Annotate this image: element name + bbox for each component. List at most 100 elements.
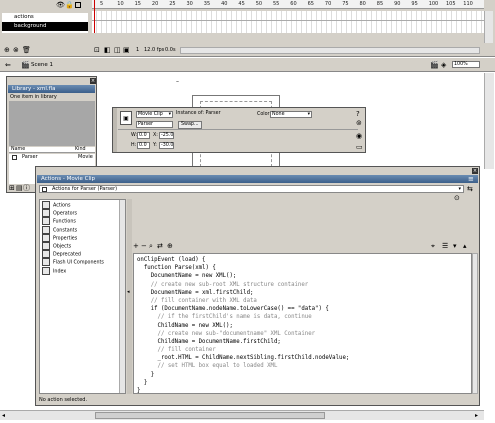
code-line[interactable]: // create new sub-root XML structure con… <box>137 281 471 289</box>
category-item[interactable]: Constants <box>40 225 125 234</box>
code-line[interactable]: function Parse(xml) { <box>137 264 471 272</box>
center-frame-icon[interactable]: ⊡ <box>94 46 100 54</box>
category-item[interactable]: Functions <box>40 217 125 226</box>
symbol-type-select[interactable]: Movie Clip ▾ <box>136 111 173 118</box>
code-line[interactable]: } <box>137 387 471 395</box>
code-line[interactable]: DocumentName = new XML(); <box>137 272 471 280</box>
code-line[interactable]: DocumentName = xml.firstChild; <box>137 289 471 297</box>
add-layer-icon[interactable]: ⊕ <box>4 46 10 54</box>
find-icon[interactable]: ⌕ <box>149 242 153 250</box>
scroll-left-icon[interactable]: ◂ <box>2 412 5 419</box>
trash-icon[interactable]: 🗑 <box>22 46 31 54</box>
code-line[interactable]: onClipEvent (load) { <box>137 256 471 264</box>
book-icon <box>42 225 50 234</box>
ruler-tick: 95 <box>411 1 418 7</box>
back-arrow-icon[interactable]: ⇐ <box>5 61 11 69</box>
properties-panel: ▣ Movie Clip ▾ Instance of: Parser Parser… <box>112 107 366 153</box>
code-line[interactable]: ChildName = DocumentName.firstChild; <box>137 338 471 346</box>
actions-target-bar[interactable]: Actions for Parser (Parser) ▾ <box>39 185 464 193</box>
col-name[interactable]: Name <box>11 147 25 153</box>
ruler-tick: 60 <box>290 1 297 7</box>
view-options-icon[interactable]: ⊙ <box>454 194 460 202</box>
code-line[interactable]: // create new sub-"documentname" XML Con… <box>137 330 471 338</box>
library-item[interactable]: Parser Movie <box>9 154 95 161</box>
library-close-icon[interactable]: × <box>90 78 96 84</box>
y-field[interactable]: -30.0 <box>159 142 174 149</box>
panel-gripper[interactable] <box>113 108 117 152</box>
color-select[interactable]: None ▾ <box>270 111 312 118</box>
timeline-scrollbar-h[interactable] <box>180 47 480 54</box>
edit-scene-icon[interactable]: 🎬 <box>430 61 439 69</box>
category-item[interactable]: Actions <box>40 201 125 209</box>
reference-icon[interactable]: ⌖ <box>431 242 435 250</box>
scroll-right-icon[interactable]: ▸ <box>475 412 478 419</box>
w-field[interactable]: 0.0 <box>137 132 150 139</box>
pin-icon[interactable]: ⇆ <box>467 185 473 193</box>
delete-statement-icon[interactable]: − <box>141 242 147 250</box>
onion-skin-icon[interactable]: ◧ <box>104 46 111 54</box>
category-item[interactable]: Operators <box>40 209 125 218</box>
target-dropdown-icon[interactable]: ▾ <box>458 186 461 193</box>
ruler-tick: 35 <box>203 1 211 7</box>
frame-ruler[interactable]: 5 10 15 20 25 30 35 40 45 50 55 60 65 70 75 80 85 90 95 100… <box>92 0 484 9</box>
collapse-icon[interactable]: ▭ <box>356 143 363 151</box>
instance-name-field[interactable]: Parser <box>136 121 173 128</box>
zoom-select[interactable]: 100% <box>452 61 480 68</box>
new-symbol-icon[interactable]: ⊞ <box>9 184 15 192</box>
category-item[interactable]: Deprecated <box>40 250 125 259</box>
code-line[interactable]: // fill container with XML data <box>137 297 471 305</box>
book-icon <box>42 233 50 242</box>
scroll-thumb[interactable] <box>95 412 325 419</box>
outline-icon[interactable] <box>75 2 81 8</box>
properties-icon[interactable]: ⓘ <box>23 184 30 192</box>
col-kind[interactable]: Kind <box>75 147 86 153</box>
debug-options-icon[interactable]: ☰ <box>442 242 448 250</box>
insert-target-icon[interactable]: ⊕ <box>167 242 173 250</box>
code-line[interactable]: _root.HTML = ChildName.nextSibling.first… <box>137 354 471 362</box>
accessibility-icon[interactable]: ⊚ <box>356 119 362 127</box>
splitter[interactable]: ◂ <box>127 199 132 394</box>
layer-row-background[interactable]: background <box>2 22 88 31</box>
timeline-scrollbar-v[interactable] <box>484 11 493 43</box>
new-folder-icon[interactable]: ▤ <box>16 184 23 192</box>
swap-button[interactable]: Swap... <box>178 121 202 129</box>
stage-scrollbar-v[interactable] <box>484 73 494 169</box>
edit-icon[interactable]: ◉ <box>356 132 362 140</box>
h-label: H: <box>131 143 137 148</box>
edit-symbols-icon[interactable]: ◈ <box>441 61 446 69</box>
category-item[interactable]: Objects <box>40 241 125 250</box>
library-titlebar[interactable]: Library - xml.fla <box>8 85 95 93</box>
toolbox-scrollbar[interactable] <box>119 200 125 393</box>
code-line[interactable]: // fill container <box>137 346 471 354</box>
layer-row-actions[interactable]: actions <box>2 13 88 22</box>
editor-scrollbar[interactable] <box>472 253 478 394</box>
playhead[interactable] <box>94 0 95 33</box>
code-line[interactable]: ChildName = new XML(); <box>137 322 471 330</box>
onion-outline-icon[interactable]: ◫ <box>114 46 121 54</box>
x-field[interactable]: -25.0 <box>159 132 174 139</box>
edit-frames-icon[interactable]: ▣ <box>123 46 130 54</box>
move-up-icon[interactable]: ▾ <box>453 242 457 250</box>
move-down-icon[interactable]: ▴ <box>463 242 467 250</box>
actions-close-icon[interactable]: × <box>472 168 478 174</box>
help-icon[interactable]: ? <box>356 110 360 118</box>
category-item[interactable]: Properties <box>40 233 125 242</box>
code-line[interactable]: if (DocumentName.nodeName.toLowerCase() … <box>137 305 471 313</box>
code-line[interactable]: } <box>137 371 471 379</box>
add-guide-icon[interactable]: ⊗ <box>13 46 19 54</box>
category-item[interactable]: Flash UI Components <box>40 258 125 267</box>
replace-icon[interactable]: ⇄ <box>157 242 163 250</box>
script-editor[interactable]: onClipEvent (load) { function Parse(xml)… <box>133 253 472 394</box>
code-line[interactable]: } <box>137 379 471 387</box>
eye-icon[interactable]: 👁 <box>56 1 65 9</box>
panel-menu-icon[interactable]: ≡ <box>468 175 474 183</box>
frame-grid[interactable] <box>92 0 484 33</box>
add-statement-icon[interactable]: + <box>133 242 139 250</box>
code-line[interactable]: // set HTML box equal to loaded XML <box>137 362 471 370</box>
code-line[interactable]: // if the firstChild's name is data, con… <box>137 313 471 321</box>
lock-icon[interactable]: 🔒 <box>65 1 74 9</box>
stage-scrollbar-h[interactable]: ◂ ▸ <box>0 410 484 420</box>
category-item[interactable]: Index <box>40 266 125 275</box>
actions-titlebar[interactable]: Actions - Movie Clip <box>37 175 478 183</box>
h-field[interactable]: 0.0 <box>137 142 150 149</box>
